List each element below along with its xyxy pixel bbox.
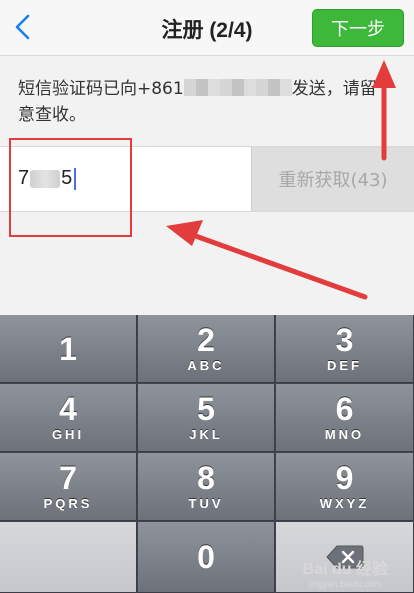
next-step-button[interactable]: 下一步 <box>312 9 404 47</box>
key-4[interactable]: 4 GHI <box>0 384 137 452</box>
key-9[interactable]: 9 WXYZ <box>276 453 414 521</box>
masked-phone-number <box>183 79 292 96</box>
key-0[interactable]: 0 <box>138 522 275 593</box>
annotation-highlight-box <box>9 138 132 237</box>
message-prefix: 短信验证码已向+861 <box>18 79 184 99</box>
annotation-arrow-to-input <box>166 220 368 300</box>
key-6[interactable]: 6 MNO <box>276 384 414 452</box>
backspace-icon <box>325 545 363 569</box>
numeric-keypad: 1 2 ABC 3 DEF 4 GHI 5 JKL 6 MNO 7 PQRS 8… <box>0 315 414 593</box>
key-5[interactable]: 5 JKL <box>138 384 275 452</box>
navigation-bar: 注册 (2/4) 下一步 <box>0 0 414 56</box>
key-blank <box>0 522 137 593</box>
key-7[interactable]: 7 PQRS <box>0 453 137 521</box>
key-3[interactable]: 3 DEF <box>276 315 414 383</box>
sms-sent-message: 短信验证码已向+861 发送，请留意查收。 <box>18 76 390 128</box>
key-1[interactable]: 1 <box>0 315 137 383</box>
key-2[interactable]: 2 ABC <box>138 315 275 383</box>
key-8[interactable]: 8 TUV <box>138 453 275 521</box>
resend-code-button[interactable]: 重新获取(43) <box>251 147 414 211</box>
delete-key[interactable] <box>276 522 414 593</box>
